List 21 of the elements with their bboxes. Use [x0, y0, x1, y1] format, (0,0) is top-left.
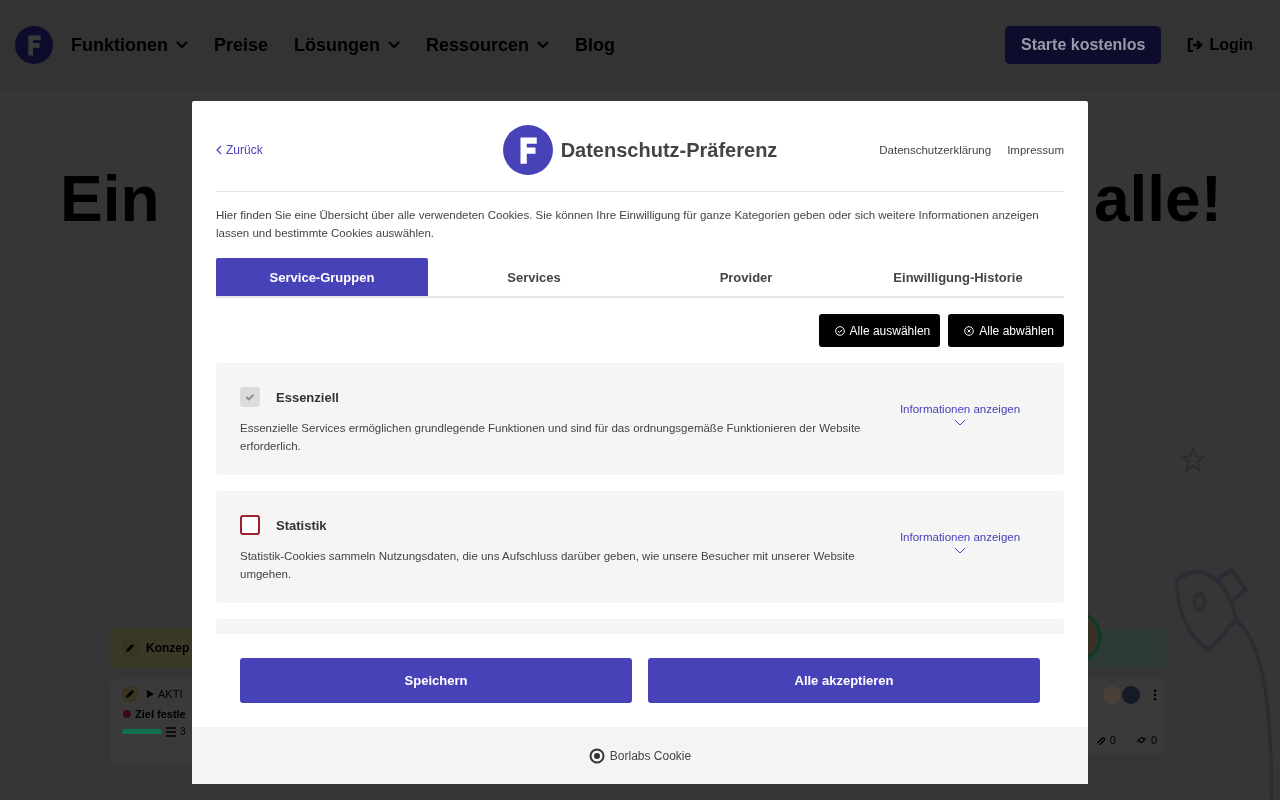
branding-text: Borlabs Cookie: [609, 748, 692, 763]
group-name: Essenziell: [276, 389, 339, 405]
save-button[interactable]: Speichern: [240, 658, 632, 703]
description-text: Hier finden Sie eine Übersicht über alle verwendeten Cookies. Sie können Ihre Einwilligung für ganze Kategorien geben oder sich weitere Informationen anzeigen lassen und bestimmte Cookies auswählen.: [216, 208, 1040, 241]
status-label: AKTI: [146, 688, 183, 700]
back-link[interactable]: Zurück: [216, 143, 436, 157]
show-info-link[interactable]: Informationen anzeigen: [880, 531, 1040, 561]
deselect-all-button[interactable]: Alle abwählen: [948, 314, 1064, 347]
group-description: Essenzielle Services ermöglichen grundlegende Funktionen und sind für das ordnungsgemäße Funktionieren der Website erforderlich.: [240, 421, 862, 454]
column-title: Konzep: [146, 641, 190, 655]
group-description: Statistik-Cookies sammeln Nutzungsdaten, die uns Aufschluss darüber geben, wie unsere Besucher mit unserer Website umgehen.: [240, 549, 856, 582]
select-all-button[interactable]: Alle auswählen: [818, 314, 941, 347]
group-name: Statistik: [276, 517, 327, 533]
signup-button[interactable]: Starte kostenlos: [1004, 26, 1162, 64]
save-button[interactable]: Alle akzeptieren: [648, 658, 1040, 703]
footer-link[interactable]: Datenschutzerklärung: [879, 144, 992, 156]
checklist-count: 3: [180, 726, 186, 737]
dialog-title: Datenschutz-Präferenz: [560, 138, 778, 162]
footer-link[interactable]: Impressum: [1007, 144, 1064, 156]
tab[interactable]: Service-Gruppen: [216, 258, 428, 296]
task-title: Ziel festle: [135, 708, 186, 720]
